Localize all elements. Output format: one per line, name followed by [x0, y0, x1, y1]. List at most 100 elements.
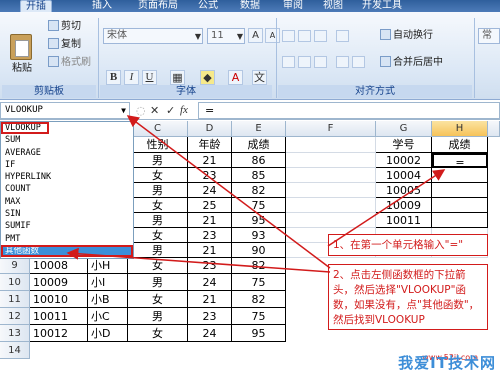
lookup-score-cell[interactable]: [432, 168, 488, 183]
student-id-cell[interactable]: 10008: [30, 257, 88, 274]
row-header-13[interactable]: 13: [0, 325, 30, 342]
score-cell[interactable]: 85: [232, 168, 286, 183]
gender-cell[interactable]: 女: [128, 198, 188, 213]
merge-center-button[interactable]: 合并后居中: [380, 56, 443, 70]
function-item-vlookup[interactable]: VLOOKUP: [1, 122, 49, 135]
function-item-count[interactable]: COUNT: [1, 183, 133, 195]
lookup-score-cell[interactable]: [432, 213, 488, 228]
score-cell[interactable]: 90: [232, 243, 286, 258]
gender-cell[interactable]: 男: [128, 153, 188, 168]
student-id-cell[interactable]: 10011: [376, 213, 432, 228]
align-center-button[interactable]: [298, 56, 311, 68]
age-cell[interactable]: 25: [188, 198, 232, 213]
student-id-cell[interactable]: 10005: [376, 183, 432, 198]
student-id-cell[interactable]: 10009: [376, 198, 432, 213]
italic-button[interactable]: I: [124, 70, 139, 85]
align-top-button[interactable]: [282, 30, 295, 42]
function-item-hyperlink[interactable]: HYPERLINK: [1, 171, 133, 183]
font-color-button[interactable]: A: [228, 70, 243, 85]
font-name-select[interactable]: 宋体 ▼: [103, 28, 203, 44]
student-id-cell[interactable]: 10004: [376, 168, 432, 183]
gender-cell[interactable]: 男: [128, 183, 188, 198]
column-header-g[interactable]: G: [376, 121, 432, 137]
age-cell[interactable]: 23: [188, 168, 232, 183]
insert-function-button[interactable]: fx: [180, 103, 188, 118]
student-id-cell[interactable]: 10002: [376, 153, 432, 168]
score-cell[interactable]: 95: [232, 325, 286, 342]
name-cell[interactable]: 小I: [88, 274, 128, 291]
shrink-font-button[interactable]: A: [265, 28, 280, 43]
tab-developer[interactable]: 开发工具: [362, 0, 402, 12]
cell[interactable]: [286, 137, 376, 153]
increase-indent-button[interactable]: [352, 56, 365, 68]
orientation-button[interactable]: [336, 30, 349, 42]
function-item-sin[interactable]: SIN: [1, 208, 133, 220]
grow-font-button[interactable]: A: [248, 28, 263, 43]
enter-button[interactable]: ✓: [166, 103, 175, 118]
column-header-i[interactable]: [488, 121, 500, 137]
function-item-more-functions[interactable]: 其他函数: [1, 244, 133, 258]
align-left-button[interactable]: [282, 56, 295, 68]
student-id-cell[interactable]: 10009: [30, 274, 88, 291]
name-cell[interactable]: 小C: [88, 308, 128, 325]
function-item-sum[interactable]: SUM: [1, 134, 133, 146]
tab-review[interactable]: 审阅: [283, 0, 303, 12]
header-cell-student-id[interactable]: 学号: [376, 137, 432, 153]
lookup-score-cell[interactable]: [432, 198, 488, 213]
decrease-indent-button[interactable]: [336, 56, 349, 68]
score-cell[interactable]: 75: [232, 198, 286, 213]
gender-cell[interactable]: 女: [128, 291, 188, 308]
cell[interactable]: [286, 183, 376, 198]
paste-button[interactable]: 粘贴: [12, 62, 32, 76]
row-header-9[interactable]: 9: [0, 257, 30, 274]
row-header-12[interactable]: 12: [0, 308, 30, 325]
align-right-button[interactable]: [314, 56, 327, 68]
border-button[interactable]: ▦: [170, 70, 185, 85]
age-cell[interactable]: 23: [188, 308, 232, 325]
row-header-14[interactable]: 14: [0, 342, 30, 359]
format-painter-button[interactable]: 格式刷: [48, 56, 91, 70]
age-cell[interactable]: 21: [188, 291, 232, 308]
column-header-e[interactable]: E: [232, 121, 286, 137]
fill-color-button[interactable]: ◆: [200, 70, 215, 85]
gender-cell[interactable]: 男: [128, 243, 188, 258]
score-cell[interactable]: 75: [232, 274, 286, 291]
gender-cell[interactable]: 男: [128, 308, 188, 325]
header-cell-gender[interactable]: 性别: [128, 137, 188, 153]
score-cell[interactable]: 95: [232, 213, 286, 228]
header-cell-score[interactable]: 成绩: [232, 137, 286, 153]
function-item-pmt[interactable]: PMT: [1, 233, 133, 245]
column-header-h[interactable]: H: [432, 121, 488, 137]
tab-formulas[interactable]: 公式: [198, 0, 218, 12]
age-cell[interactable]: 21: [188, 213, 232, 228]
header-cell-lookup-score[interactable]: 成绩: [432, 137, 488, 153]
student-id-cell[interactable]: 10012: [30, 325, 88, 342]
tab-home[interactable]: 开插: [20, 0, 52, 12]
cancel-button[interactable]: ✕: [150, 103, 159, 118]
cell[interactable]: [286, 198, 376, 213]
function-item-sumif[interactable]: SUMIF: [1, 220, 133, 232]
copy-button[interactable]: 复制: [48, 38, 81, 52]
age-cell[interactable]: 24: [188, 325, 232, 342]
function-item-average[interactable]: AVERAGE: [1, 147, 133, 159]
function-item-if[interactable]: IF: [1, 159, 133, 171]
age-cell[interactable]: 21: [188, 243, 232, 258]
function-item-max[interactable]: MAX: [1, 196, 133, 208]
score-cell[interactable]: 93: [232, 228, 286, 243]
cut-button[interactable]: 剪切: [48, 20, 81, 34]
row-header-10[interactable]: 10: [0, 274, 30, 291]
font-size-select[interactable]: 11 ▼: [207, 28, 245, 44]
name-cell[interactable]: 小D: [88, 325, 128, 342]
lookup-score-cell[interactable]: [432, 183, 488, 198]
tab-data[interactable]: 数据: [240, 0, 260, 12]
student-id-cell[interactable]: 10011: [30, 308, 88, 325]
active-cell-h2[interactable]: =: [432, 153, 488, 168]
chevron-down-icon[interactable]: ▼: [121, 103, 126, 118]
column-header-c[interactable]: C: [128, 121, 188, 137]
cell[interactable]: [286, 153, 376, 168]
align-bottom-button[interactable]: [314, 30, 327, 42]
function-dropdown[interactable]: VLOOKUP SUM AVERAGE IF HYPERLINK COUNT M…: [0, 121, 134, 259]
score-cell[interactable]: 82: [232, 291, 286, 308]
tab-insert[interactable]: 插入: [92, 0, 112, 12]
underline-button[interactable]: U: [142, 70, 157, 85]
